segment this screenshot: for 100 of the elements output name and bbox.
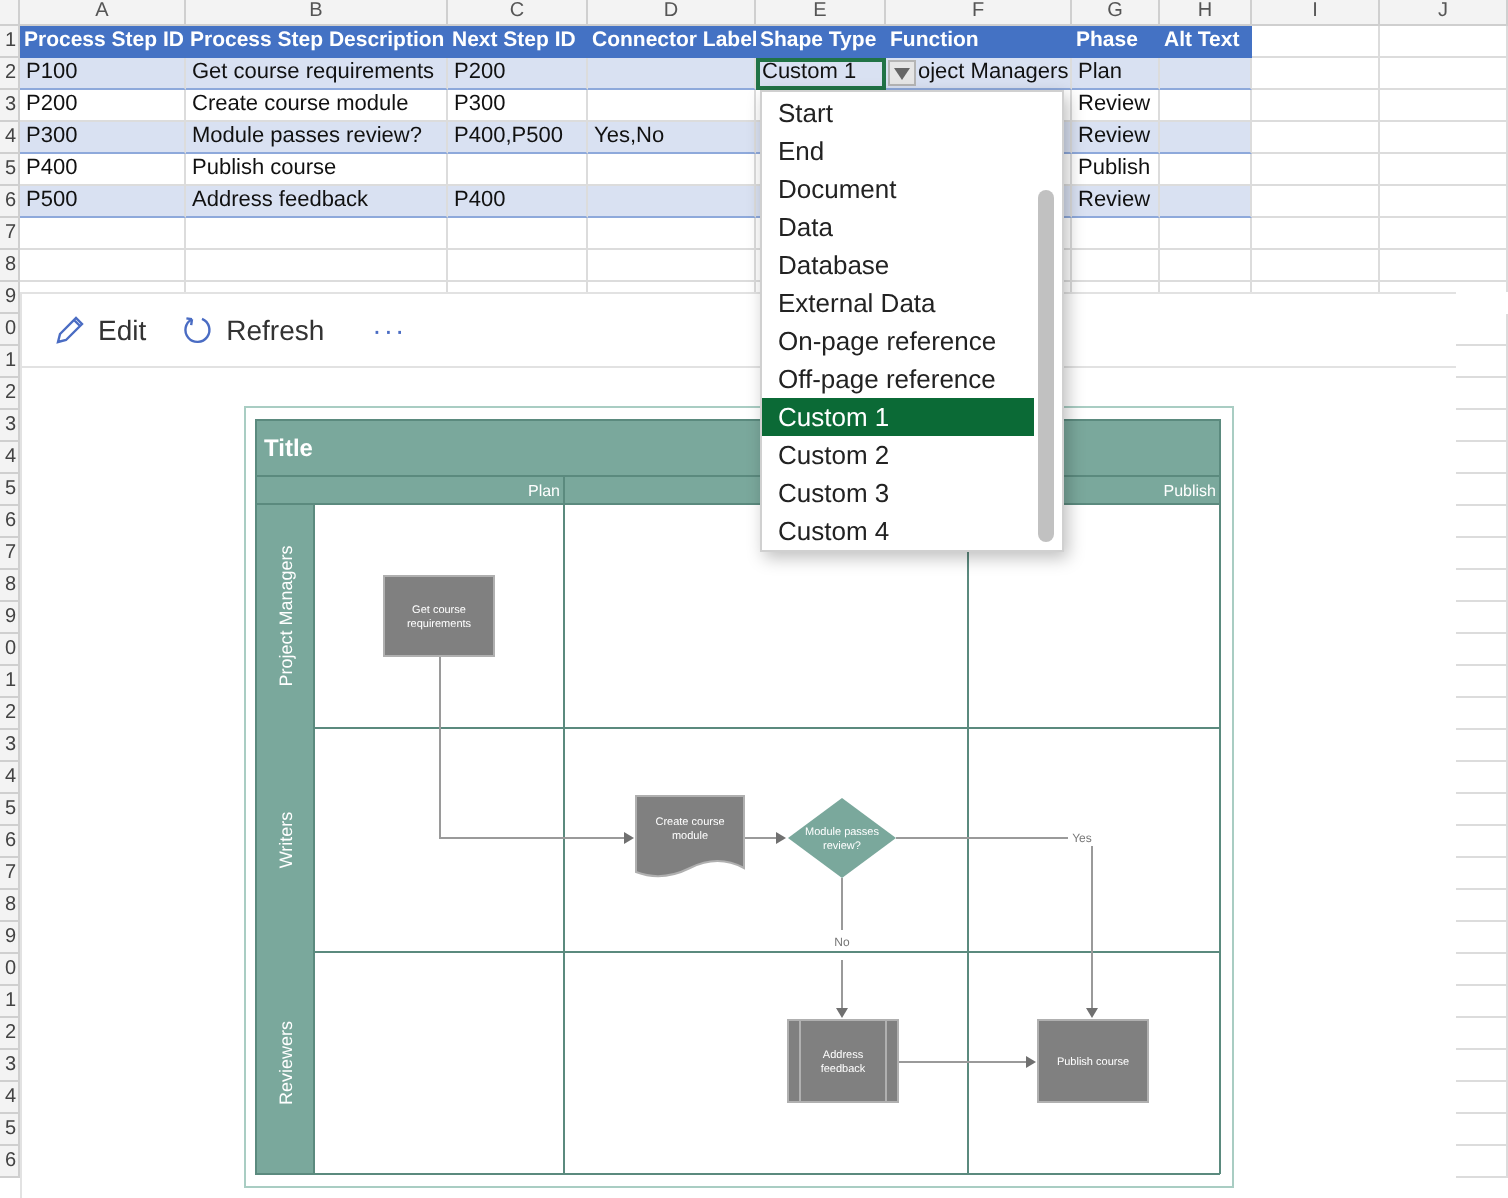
row-number[interactable]: 7: [0, 218, 20, 250]
table-cell[interactable]: Plan: [1072, 58, 1160, 90]
select-all-corner[interactable]: [0, 0, 20, 26]
table-cell[interactable]: [186, 250, 448, 282]
table-cell[interactable]: [1252, 26, 1380, 58]
table-cell[interactable]: [1252, 154, 1380, 186]
table-cell[interactable]: [1252, 90, 1380, 122]
row-number[interactable]: 1: [0, 26, 20, 58]
column-letter[interactable]: G: [1072, 0, 1160, 26]
table-cell[interactable]: Yes,No: [588, 122, 756, 154]
row-number[interactable]: 8: [0, 250, 20, 282]
column-letter[interactable]: I: [1252, 0, 1380, 26]
dropdown-option[interactable]: End: [762, 132, 1034, 170]
table-cell[interactable]: P500: [20, 186, 186, 218]
table-cell[interactable]: [588, 58, 756, 90]
refresh-button[interactable]: Refresh: [178, 310, 329, 350]
dropdown-option[interactable]: Custom 3: [762, 474, 1034, 512]
column-letter[interactable]: E: [756, 0, 886, 26]
row-number[interactable]: 8: [0, 570, 20, 602]
row-number[interactable]: 4: [0, 122, 20, 154]
row-number[interactable]: 6: [0, 506, 20, 538]
row-number[interactable]: 5: [0, 794, 20, 826]
row-number[interactable]: 2: [0, 698, 20, 730]
table-cell[interactable]: Module passes review?: [186, 122, 448, 154]
row-number[interactable]: 0: [0, 314, 20, 346]
table-cell[interactable]: [1252, 122, 1380, 154]
table-cell[interactable]: [448, 218, 588, 250]
row-number[interactable]: 3: [0, 90, 20, 122]
edit-button[interactable]: Edit: [50, 310, 151, 350]
table-cell[interactable]: [20, 218, 186, 250]
column-letter[interactable]: D: [588, 0, 756, 26]
row-number[interactable]: 9: [0, 602, 20, 634]
row-number[interactable]: 3: [0, 1050, 20, 1082]
row-number[interactable]: 9: [0, 282, 20, 314]
row-number[interactable]: 3: [0, 410, 20, 442]
row-number[interactable]: 6: [0, 1146, 20, 1178]
table-cell[interactable]: [1252, 186, 1380, 218]
dropdown-option[interactable]: Custom 4: [762, 512, 1034, 550]
column-letter[interactable]: J: [1380, 0, 1508, 26]
table-cell[interactable]: [186, 218, 448, 250]
dropdown-option[interactable]: Document: [762, 170, 1034, 208]
table-cell[interactable]: P300: [20, 122, 186, 154]
table-cell[interactable]: Get course requirements: [186, 58, 448, 90]
column-letter[interactable]: F: [886, 0, 1072, 26]
table-cell[interactable]: [1160, 58, 1252, 90]
more-button[interactable]: ···: [368, 310, 411, 350]
dropdown-option[interactable]: External Data: [762, 284, 1034, 322]
row-number[interactable]: 4: [0, 762, 20, 794]
row-number[interactable]: 2: [0, 58, 20, 90]
row-number[interactable]: 1: [0, 986, 20, 1018]
row-number[interactable]: 4: [0, 442, 20, 474]
table-cell[interactable]: P200: [448, 58, 588, 90]
row-number[interactable]: 5: [0, 474, 20, 506]
table-cell[interactable]: [1252, 58, 1380, 90]
table-cell[interactable]: [1380, 90, 1508, 122]
table-cell[interactable]: [448, 250, 588, 282]
table-cell[interactable]: [588, 250, 756, 282]
column-letter[interactable]: H: [1160, 0, 1252, 26]
table-cell[interactable]: P400: [448, 186, 588, 218]
row-number[interactable]: 2: [0, 378, 20, 410]
row-number[interactable]: 1: [0, 666, 20, 698]
dropdown-option[interactable]: Custom 2: [762, 436, 1034, 474]
table-cell[interactable]: [1380, 154, 1508, 186]
row-number[interactable]: 8: [0, 890, 20, 922]
dropdown-option[interactable]: Custom 1: [762, 398, 1034, 436]
row-number[interactable]: 7: [0, 538, 20, 570]
table-cell[interactable]: Review: [1072, 122, 1160, 154]
table-cell[interactable]: [1380, 186, 1508, 218]
table-cell[interactable]: [1160, 218, 1252, 250]
table-cell[interactable]: [1380, 26, 1508, 58]
row-number[interactable]: 6: [0, 826, 20, 858]
row-number[interactable]: 0: [0, 634, 20, 666]
column-letter[interactable]: C: [448, 0, 588, 26]
dropdown-option[interactable]: Off-page reference: [762, 360, 1034, 398]
dropdown-button[interactable]: [888, 60, 916, 86]
row-number[interactable]: 5: [0, 154, 20, 186]
scrollbar-thumb[interactable]: [1038, 190, 1054, 542]
row-number[interactable]: 7: [0, 858, 20, 890]
table-cell[interactable]: [1160, 186, 1252, 218]
row-number[interactable]: 4: [0, 1082, 20, 1114]
dropdown-option[interactable]: Database: [762, 246, 1034, 284]
table-cell[interactable]: [1252, 250, 1380, 282]
dropdown-option[interactable]: Start: [762, 94, 1034, 132]
table-cell[interactable]: P400,P500: [448, 122, 588, 154]
table-cell[interactable]: Review: [1072, 186, 1160, 218]
table-cell[interactable]: [588, 186, 756, 218]
table-cell[interactable]: [588, 218, 756, 250]
table-cell[interactable]: [1072, 218, 1160, 250]
table-cell[interactable]: [1252, 218, 1380, 250]
row-number[interactable]: 0: [0, 954, 20, 986]
dropdown-option[interactable]: Data: [762, 208, 1034, 246]
row-number[interactable]: 9: [0, 922, 20, 954]
table-cell[interactable]: [1380, 218, 1508, 250]
table-cell[interactable]: [1160, 250, 1252, 282]
row-number[interactable]: 3: [0, 730, 20, 762]
table-cell[interactable]: [1380, 250, 1508, 282]
table-cell[interactable]: [20, 250, 186, 282]
table-cell[interactable]: [1160, 122, 1252, 154]
dropdown-option[interactable]: On-page reference: [762, 322, 1034, 360]
column-letter[interactable]: A: [20, 0, 186, 26]
